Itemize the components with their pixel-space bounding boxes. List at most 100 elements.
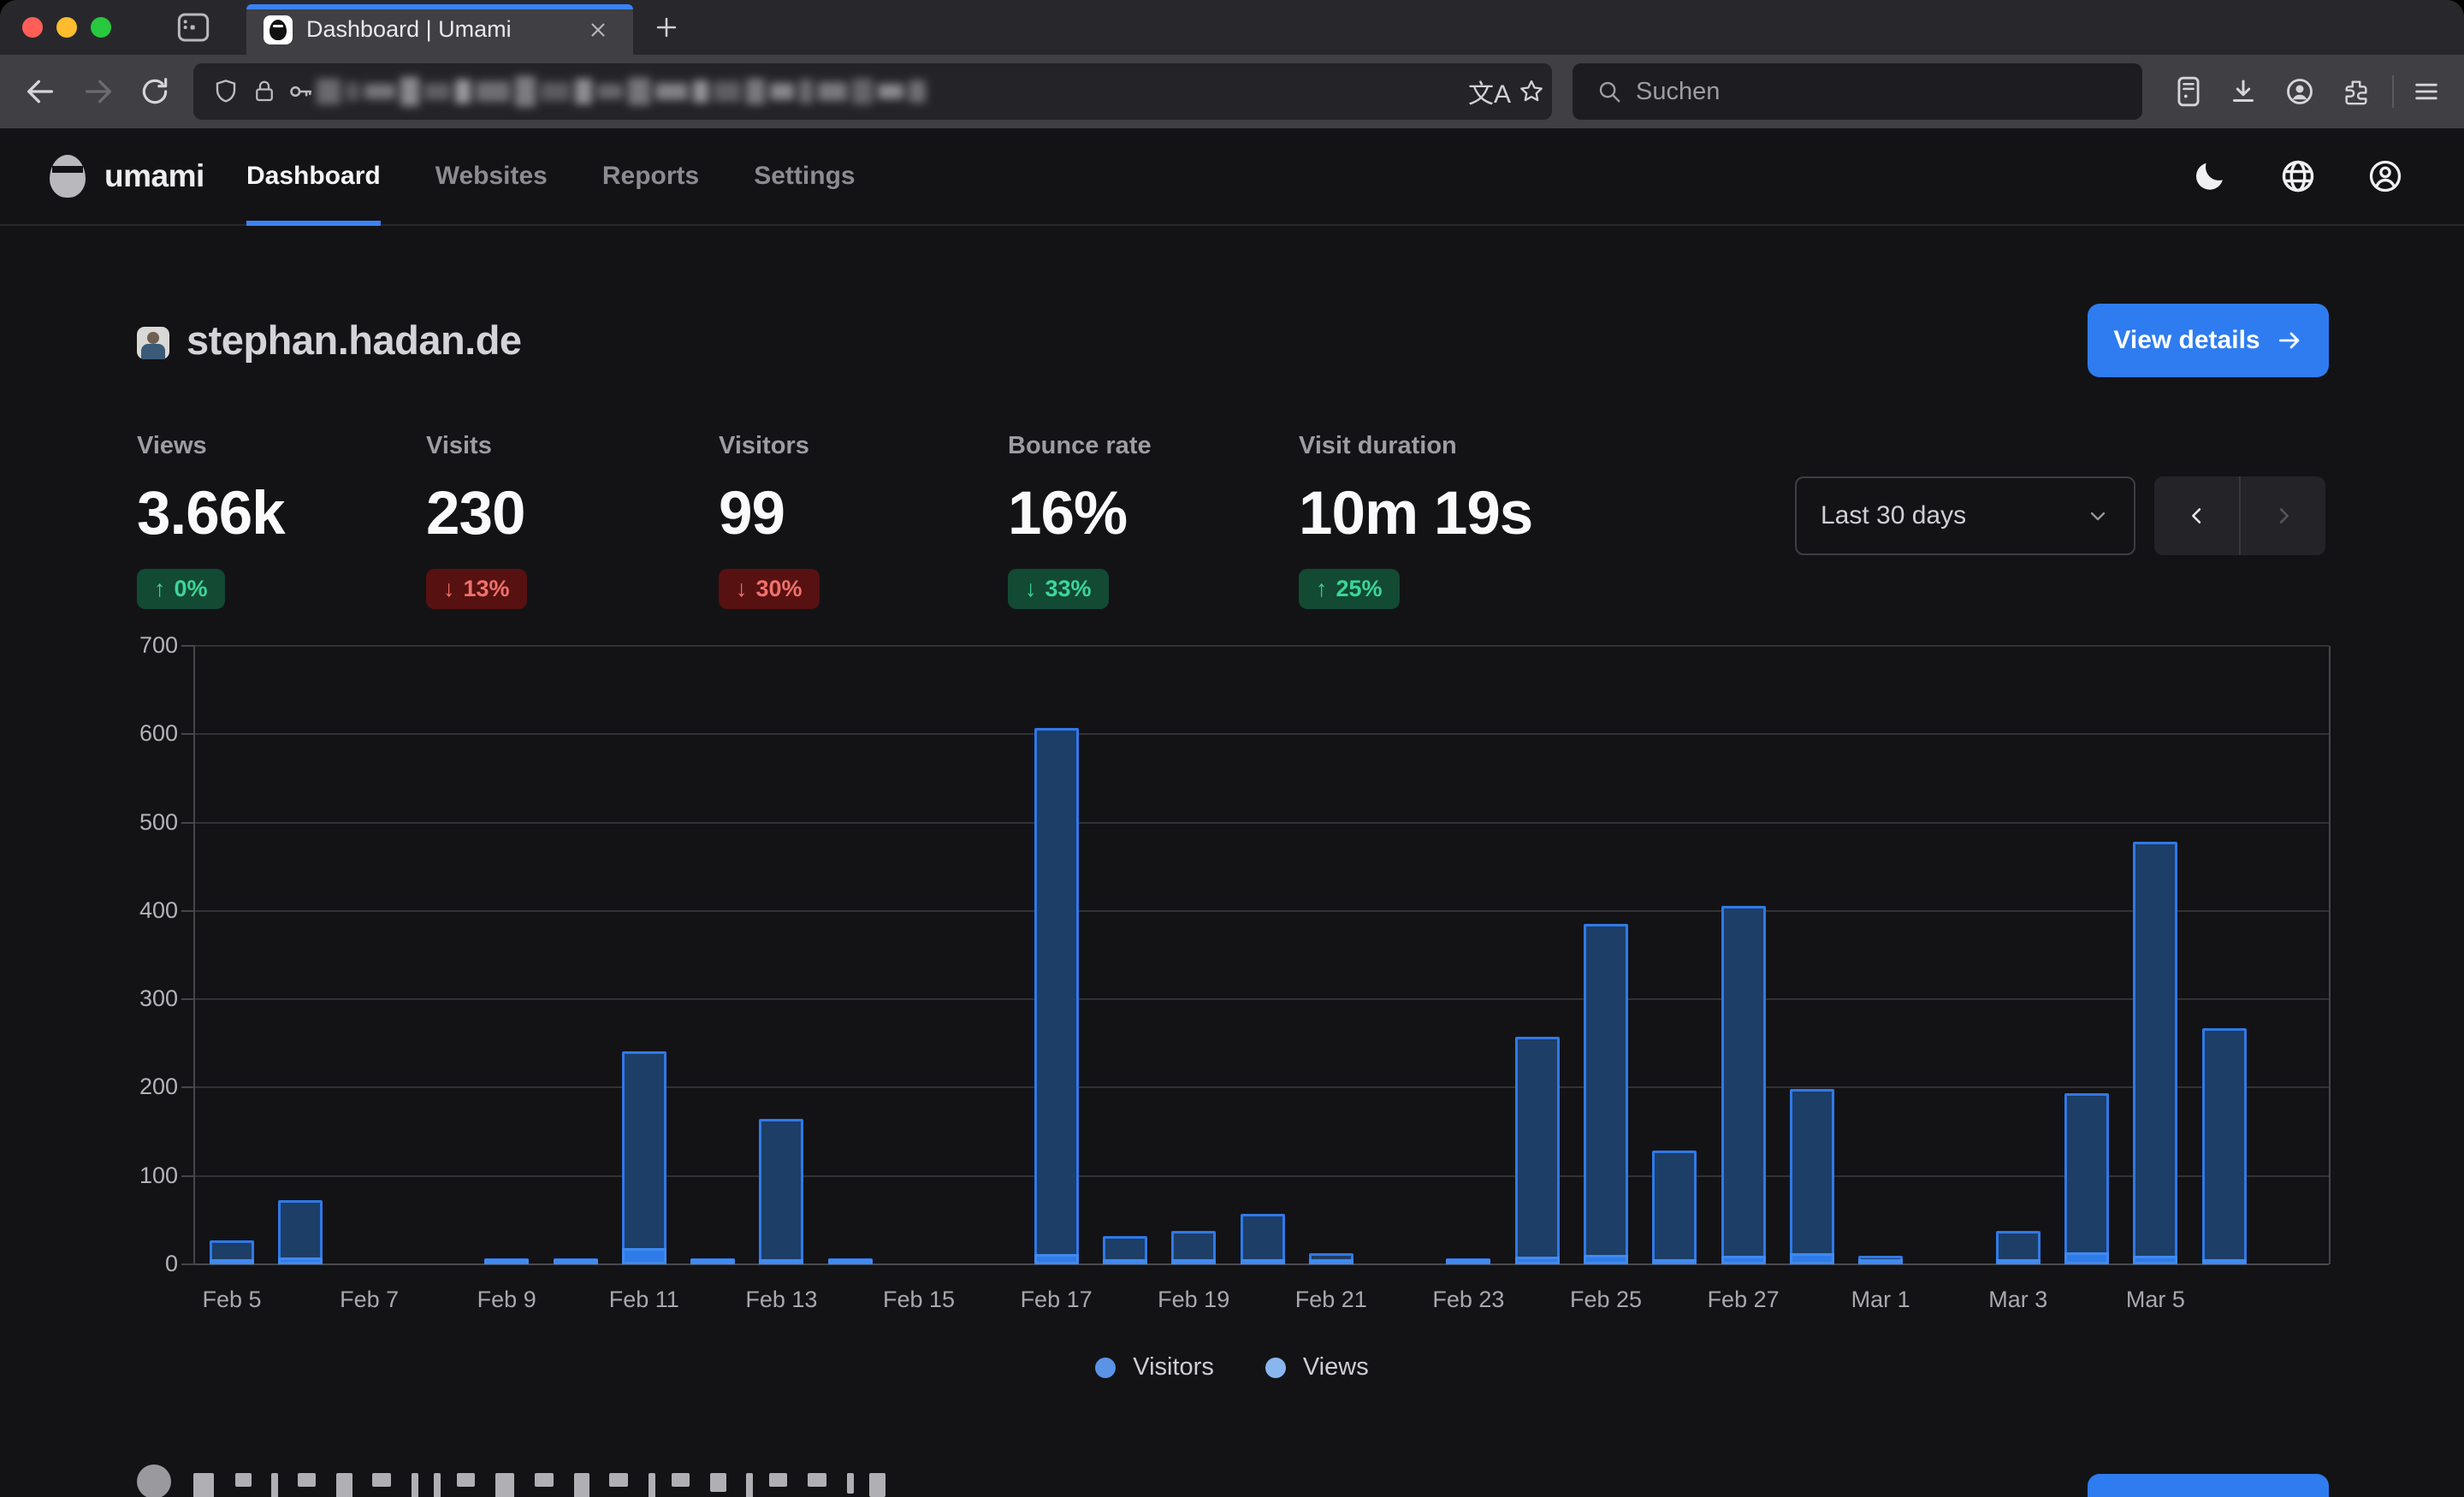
visitors-bar-feb-23[interactable] [1446,1259,1490,1264]
search-placeholder: Suchen [1636,78,1720,106]
arrow-right-icon [2276,327,2303,354]
visitors-bar-feb-20[interactable] [1241,1259,1285,1264]
visitors-bar-mar-1[interactable] [1858,1259,1903,1264]
metric-label: Visit duration [1299,432,1532,460]
search-bar[interactable]: Suchen [1573,63,2142,120]
window-minimize-button[interactable] [56,17,77,38]
language-globe-icon[interactable] [2279,128,2317,224]
visitors-bar-feb-11[interactable] [622,1248,666,1264]
visitors-bar-feb-17[interactable] [1034,1254,1079,1264]
shield-icon[interactable] [212,63,240,120]
visitors-bar-feb-10[interactable] [554,1259,598,1264]
forward-icon[interactable] [79,55,118,128]
visitors-bar-feb-28[interactable] [1790,1253,1834,1264]
visitors-bar-feb-13[interactable] [759,1259,803,1264]
views-bar-feb-25[interactable] [1584,924,1628,1264]
gridline-y500 [195,822,2329,824]
bookmark-star-icon[interactable] [1518,63,1545,120]
firefox-view-icon[interactable] [2170,55,2207,128]
chart-right-border [2329,646,2331,1264]
browser-tab[interactable]: Dashboard | Umami [246,4,633,55]
views-bar-mar-4[interactable] [2064,1093,2109,1264]
metric-change-value: 0% [175,576,208,602]
visitors-bar-feb-24[interactable] [1515,1257,1560,1264]
second-view-details-button[interactable]: View details [2088,1474,2329,1497]
sidebar-toggle-icon[interactable] [176,11,210,44]
new-tab-button[interactable] [652,13,681,42]
menu-icon[interactable] [2408,55,2445,128]
profile-icon[interactable] [2366,128,2404,224]
visitors-bar-feb-21[interactable] [1309,1259,1353,1264]
views-bar-feb-26[interactable] [1652,1151,1697,1264]
x-axis-label: Feb 27 [1708,1287,1780,1313]
views-bar-feb-11[interactable] [622,1051,666,1264]
visitors-bar-feb-12[interactable] [690,1259,735,1264]
visitors-bar-feb-26[interactable] [1652,1259,1697,1264]
second-website-title-clipped [193,1468,963,1497]
views-bar-feb-13[interactable] [759,1119,803,1264]
browser-toolbar: 文A Suchen [0,55,2464,130]
visitors-bar-feb-19[interactable] [1171,1259,1216,1264]
prev-period-button[interactable] [2154,476,2239,555]
metric-change-value: 13% [464,576,510,602]
visitors-bar-feb-5[interactable] [210,1259,254,1264]
visitors-bar-mar-6[interactable] [2202,1259,2247,1264]
legend-label: Visitors [1133,1353,1214,1382]
view-details-button[interactable]: View details [2088,304,2329,377]
metric-change-badge: ↓33% [1008,569,1109,609]
nav-item-websites[interactable]: Websites [435,128,548,224]
visitors-bar-feb-9[interactable] [484,1259,529,1264]
view-details-label: View details [2113,326,2260,355]
umami-favicon-icon [264,15,293,44]
visitors-bar-feb-18[interactable] [1103,1259,1147,1264]
views-bar-feb-28[interactable] [1790,1089,1834,1264]
main-nav: Dashboard Websites Reports Settings [246,128,856,224]
visitors-bar-mar-3[interactable] [1996,1259,2040,1264]
date-range-dropdown[interactable]: Last 30 days [1795,476,2135,555]
views-bar-feb-20[interactable] [1241,1214,1285,1264]
visitors-bar-feb-6[interactable] [278,1257,323,1264]
views-bar-feb-17[interactable] [1034,728,1079,1264]
views-bar-mar-6[interactable] [2202,1028,2247,1264]
url-bar[interactable]: 文A [193,63,1552,120]
metric-value: 230 [426,479,527,548]
lock-icon[interactable] [252,63,277,120]
key-icon[interactable] [286,63,315,120]
visitors-bar-feb-27[interactable] [1721,1256,1766,1264]
views-bar-mar-5[interactable] [2133,842,2177,1264]
metric-label: Visitors [719,432,820,460]
views-bar-feb-24[interactable] [1515,1037,1560,1264]
tab-close-icon[interactable] [587,19,609,41]
visitors-bar-mar-5[interactable] [2133,1256,2177,1264]
account-icon[interactable] [2281,55,2319,128]
visitors-bar-feb-14[interactable] [828,1259,873,1264]
translate-icon[interactable]: 文A [1468,63,1511,120]
website-title: stephan.hadan.de [187,317,522,364]
back-icon[interactable] [21,55,60,128]
nav-item-dashboard[interactable]: Dashboard [246,128,381,224]
legend-label: Views [1303,1353,1369,1382]
metric-visit-duration: Visit duration10m 19s↑25% [1299,432,1532,609]
visitors-bar-feb-25[interactable] [1584,1255,1628,1264]
visitors-bar-mar-4[interactable] [2064,1252,2109,1264]
reload-icon[interactable] [135,55,175,128]
nav-item-reports[interactable]: Reports [602,128,699,224]
download-icon[interactable] [2224,55,2262,128]
arrow-up-icon: ↑ [1316,576,1328,602]
theme-toggle-moon-icon[interactable] [2192,128,2228,224]
window-close-button[interactable] [22,17,43,38]
extensions-icon[interactable] [2337,55,2375,128]
x-axis-label: Feb 21 [1295,1287,1367,1313]
views-bar-feb-6[interactable] [278,1200,323,1264]
date-range-label: Last 30 days [1821,501,1966,530]
toolbar-divider [2392,75,2394,108]
next-period-button[interactable] [2241,476,2325,555]
legend-item-views[interactable]: Views [1265,1353,1369,1382]
legend-item-visitors[interactable]: Visitors [1095,1353,1214,1382]
umami-brand[interactable]: umami [50,128,204,224]
metric-value: 3.66k [137,479,285,548]
metric-label: Views [137,432,285,460]
nav-item-settings[interactable]: Settings [754,128,855,224]
views-bar-feb-27[interactable] [1721,906,1766,1264]
window-zoom-button[interactable] [91,17,111,38]
